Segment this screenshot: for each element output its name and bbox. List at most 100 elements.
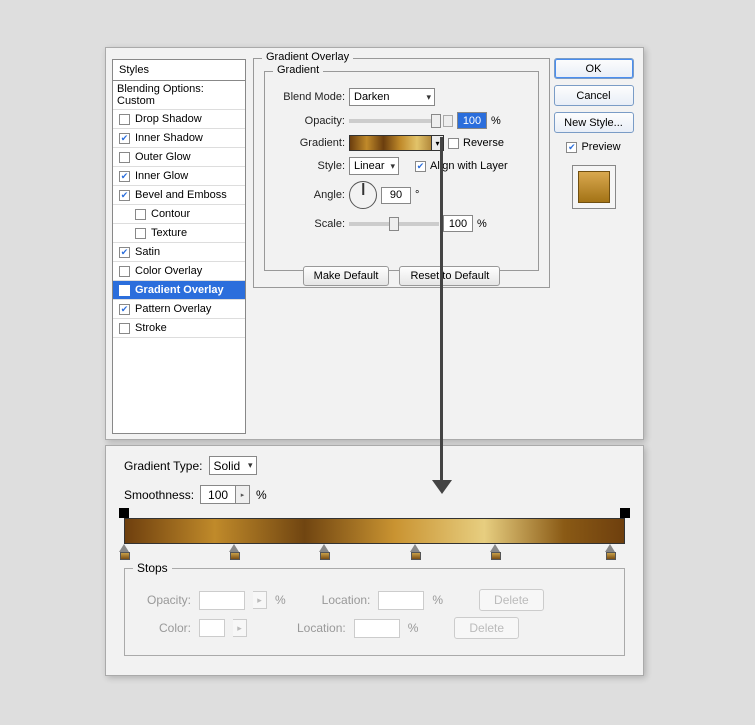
style-label: Pattern Overlay <box>135 303 211 315</box>
ok-button[interactable]: OK <box>554 58 634 79</box>
stop-color-swatch <box>199 619 225 637</box>
style-item-texture[interactable]: Texture <box>113 224 245 243</box>
gradient-type-select[interactable]: Solid <box>209 456 257 475</box>
style-checkbox[interactable] <box>135 209 146 220</box>
lock-icon <box>443 115 453 127</box>
stop-location-label: Location: <box>322 593 371 607</box>
style-checkbox[interactable] <box>119 304 130 315</box>
blend-mode-label: Blend Mode: <box>273 91 345 103</box>
degree-label: ° <box>415 189 419 201</box>
opacity-stop[interactable] <box>620 508 630 518</box>
styles-header: Styles <box>113 60 245 81</box>
gradient-overlay-title: Gradient Overlay <box>262 51 353 63</box>
style-label: Stroke <box>135 322 167 334</box>
preview-thumbnail <box>572 165 616 209</box>
angle-label: Angle: <box>273 189 345 201</box>
stop-location-input <box>378 591 424 610</box>
reverse-label: Reverse <box>463 137 504 149</box>
style-item-color-overlay[interactable]: Color Overlay <box>113 262 245 281</box>
gradient-swatch[interactable]: ▾ <box>349 135 444 151</box>
align-checkbox[interactable] <box>415 161 426 172</box>
stops-title: Stops <box>133 561 172 575</box>
gradient-ramp <box>124 508 625 558</box>
style-item-gradient-overlay[interactable]: Gradient Overlay <box>113 281 245 300</box>
percent-label-2: % <box>477 218 487 230</box>
cancel-button[interactable]: Cancel <box>554 85 634 106</box>
style-item-inner-glow[interactable]: Inner Glow <box>113 167 245 186</box>
style-label: Inner Glow <box>135 170 188 182</box>
color-stop[interactable] <box>490 544 500 552</box>
gradient-dropdown-icon[interactable]: ▾ <box>431 135 444 151</box>
style-item-drop-shadow[interactable]: Drop Shadow <box>113 110 245 129</box>
percent-label-5: % <box>432 593 443 607</box>
style-select[interactable]: Linear <box>349 157 399 175</box>
style-item-contour[interactable]: Contour <box>113 205 245 224</box>
style-checkbox[interactable] <box>119 323 130 334</box>
smoothness-label: Smoothness: <box>124 488 194 502</box>
style-item-outer-glow[interactable]: Outer Glow <box>113 148 245 167</box>
delete-opacity-stop-button: Delete <box>479 589 544 611</box>
style-item-satin[interactable]: Satin <box>113 243 245 262</box>
color-stop[interactable] <box>119 544 129 552</box>
color-stop[interactable] <box>319 544 329 552</box>
angle-dial[interactable] <box>349 181 377 209</box>
opacity-value[interactable]: 100 <box>457 112 487 129</box>
blending-options-row[interactable]: Blending Options: Custom <box>113 81 245 110</box>
style-label: Inner Shadow <box>135 132 203 144</box>
style-checkbox[interactable] <box>119 247 130 258</box>
stop-opacity-label: Opacity: <box>135 593 191 607</box>
style-label: Texture <box>151 227 187 239</box>
layer-style-dialog: Styles Blending Options: Custom Drop Sha… <box>105 47 644 440</box>
opacity-stop[interactable] <box>119 508 129 518</box>
style-label: Satin <box>135 246 160 258</box>
style-checkbox[interactable] <box>119 190 130 201</box>
preview-label: Preview <box>581 141 620 153</box>
style-item-inner-shadow[interactable]: Inner Shadow <box>113 129 245 148</box>
scale-slider[interactable] <box>349 222 439 226</box>
stop-color-label: Color: <box>135 621 191 635</box>
style-item-bevel-and-emboss[interactable]: Bevel and Emboss <box>113 186 245 205</box>
angle-value[interactable]: 90 <box>381 187 411 204</box>
opacity-label: Opacity: <box>273 115 345 127</box>
style-label: Drop Shadow <box>135 113 202 125</box>
color-stop[interactable] <box>229 544 239 552</box>
style-label: Gradient Overlay <box>135 284 224 296</box>
opacity-slider[interactable] <box>349 119 439 123</box>
style-label: Bevel and Emboss <box>135 189 227 201</box>
percent-label-3: % <box>256 488 267 502</box>
color-stop[interactable] <box>410 544 420 552</box>
style-checkbox[interactable] <box>119 114 130 125</box>
blend-mode-select[interactable]: Darken <box>349 88 435 106</box>
style-checkbox[interactable] <box>119 285 130 296</box>
gradient-overlay-pane: Gradient Overlay Gradient Blend Mode: Da… <box>253 58 550 433</box>
reverse-checkbox[interactable] <box>448 138 459 149</box>
percent-label: % <box>491 115 501 127</box>
reset-default-button[interactable]: Reset to Default <box>399 266 500 286</box>
stop-location-label-2: Location: <box>297 621 346 635</box>
style-checkbox[interactable] <box>119 152 130 163</box>
gradient-subsection-title: Gradient <box>273 64 323 76</box>
style-item-stroke[interactable]: Stroke <box>113 319 245 338</box>
preview-checkbox[interactable] <box>566 142 577 153</box>
smoothness-stepper[interactable]: 100 ▸ <box>200 485 250 504</box>
percent-label-6: % <box>408 621 419 635</box>
scale-label: Scale: <box>273 218 345 230</box>
style-label: Contour <box>151 208 190 220</box>
stop-location-input-2 <box>354 619 400 638</box>
dialog-buttons-panel: OK Cancel New Style... Preview <box>551 58 636 209</box>
style-checkbox[interactable] <box>119 266 130 277</box>
gradient-label: Gradient: <box>273 137 345 149</box>
style-label: Style: <box>273 160 345 172</box>
stops-fieldset: Stops Opacity: ▸ % Location: % Delete Co… <box>124 568 625 656</box>
style-checkbox[interactable] <box>135 228 146 239</box>
styles-panel: Styles Blending Options: Custom Drop Sha… <box>112 59 246 434</box>
style-checkbox[interactable] <box>119 133 130 144</box>
stop-opacity-input <box>199 591 245 610</box>
color-stop[interactable] <box>605 544 615 552</box>
style-item-pattern-overlay[interactable]: Pattern Overlay <box>113 300 245 319</box>
gradient-bar[interactable] <box>124 518 625 544</box>
scale-value[interactable]: 100 <box>443 215 473 232</box>
style-checkbox[interactable] <box>119 171 130 182</box>
make-default-button[interactable]: Make Default <box>303 266 390 286</box>
new-style-button[interactable]: New Style... <box>554 112 634 133</box>
